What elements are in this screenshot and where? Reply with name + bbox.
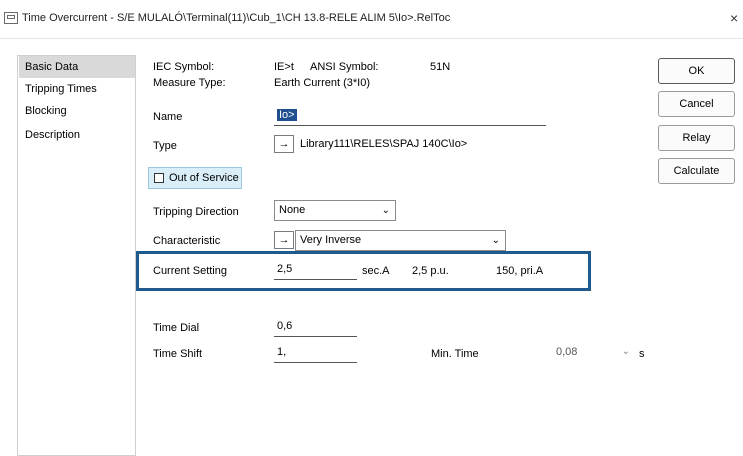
name-value: Io> <box>277 109 297 121</box>
window-title: Time Overcurrent - S/E MULALÓ\Terminal(1… <box>22 12 451 24</box>
measure-type-value: Earth Current (3*I0) <box>274 77 370 89</box>
checkbox-box[interactable] <box>154 173 164 183</box>
tripping-direction-select[interactable]: None ⌄ <box>274 200 396 221</box>
type-label: Type <box>153 140 177 152</box>
time-dial-label: Time Dial <box>153 322 200 334</box>
current-setting-label: Current Setting <box>153 265 227 277</box>
name-field[interactable]: Io> <box>274 105 546 126</box>
time-shift-field[interactable]: 1, <box>274 342 357 363</box>
sidebar-item-description[interactable]: Description <box>19 124 135 146</box>
window-icon <box>4 12 18 24</box>
characteristic-jump-button[interactable]: → <box>274 231 294 249</box>
ok-button[interactable]: OK <box>658 58 735 84</box>
name-label: Name <box>153 111 183 123</box>
calculate-button[interactable]: Calculate <box>658 158 735 184</box>
relay-button[interactable]: Relay <box>658 125 735 151</box>
min-time-value: 0,08 <box>556 346 578 358</box>
current-setting-unit: sec.A <box>362 265 390 277</box>
chevron-down-icon: ⌄ <box>381 205 390 216</box>
characteristic-label: Characteristic <box>153 235 221 247</box>
ansi-symbol-label: ANSI Symbol: <box>310 61 379 73</box>
iec-symbol-label: IEC Symbol: <box>153 61 215 73</box>
sidebar-item-blocking[interactable]: Blocking <box>19 100 135 122</box>
type-jump-button[interactable]: → <box>274 135 294 153</box>
tripping-direction-value: None <box>279 204 306 216</box>
sidebar-item-tripping-times[interactable]: Tripping Times <box>19 78 135 100</box>
current-pu-value: 2,5 p.u. <box>412 265 449 277</box>
min-time-select[interactable]: 0,08 ⌄ <box>553 342 635 363</box>
out-of-service-checkbox[interactable]: Out of Service <box>148 167 242 189</box>
type-value[interactable]: Library111\RELES\SPAJ 140C\Io> <box>300 138 467 150</box>
time-shift-label: Time Shift <box>153 348 203 360</box>
time-dial-field[interactable]: 0,6 <box>274 316 357 337</box>
min-time-unit: s <box>639 348 645 360</box>
ansi-symbol-value: 51N <box>430 61 451 73</box>
measure-type-label: Measure Type: <box>153 77 226 89</box>
cancel-button[interactable]: Cancel <box>658 91 735 117</box>
sidebar-item-basic-data[interactable]: Basic Data <box>19 56 135 78</box>
characteristic-value: Very Inverse <box>300 234 362 246</box>
out-of-service-label: Out of Service <box>169 172 239 184</box>
sidebar: Basic Data Tripping Times Blocking Descr… <box>17 55 136 456</box>
min-time-label: Min. Time <box>431 348 479 360</box>
chevron-down-icon: ⌄ <box>621 346 630 357</box>
chevron-down-icon: ⌄ <box>491 235 500 246</box>
characteristic-select[interactable]: Very Inverse ⌄ <box>295 230 506 251</box>
iec-symbol-value: IE>t <box>274 61 294 73</box>
current-setting-field[interactable]: 2,5 <box>274 259 357 280</box>
current-pri-value: 150, pri.A <box>496 265 544 277</box>
tripping-direction-label: Tripping Direction <box>153 206 239 218</box>
close-icon[interactable]: × <box>730 10 738 26</box>
title-bar: Time Overcurrent - S/E MULALÓ\Terminal(1… <box>0 0 743 39</box>
